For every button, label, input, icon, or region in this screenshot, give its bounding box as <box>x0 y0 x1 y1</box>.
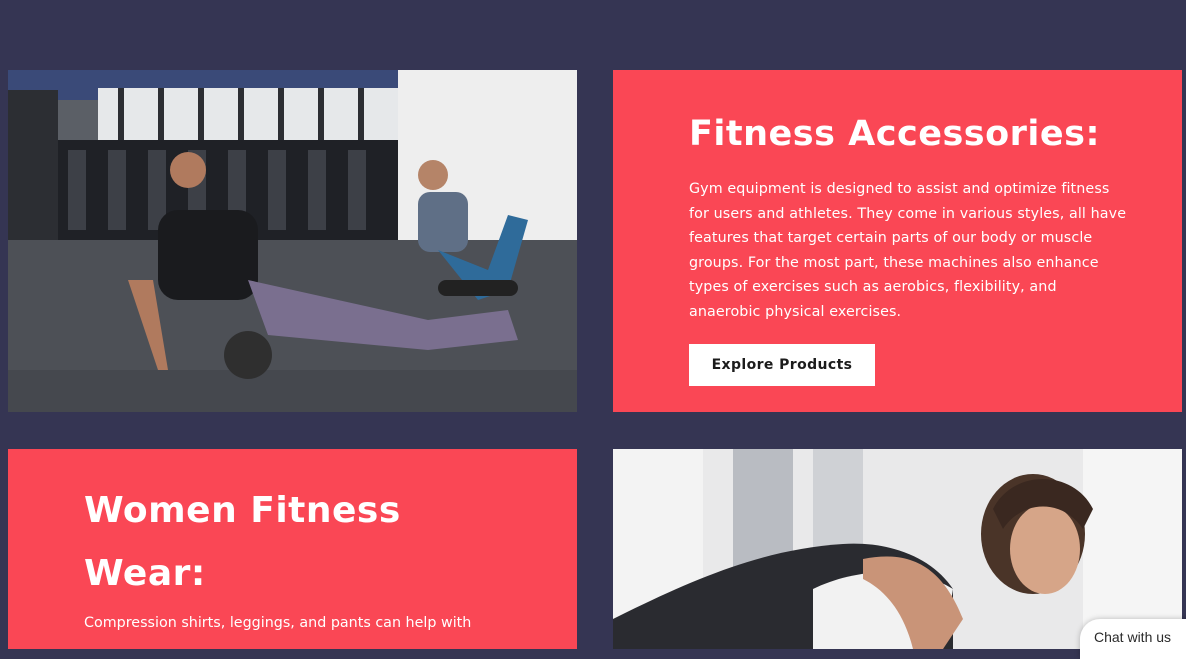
women-fitness-wear-title: Women Fitness Wear: <box>84 490 401 594</box>
chat-label[interactable]: Chat with us <box>1094 629 1171 645</box>
fitness-photo-image <box>8 70 577 412</box>
chat-widget[interactable]: Chat with us <box>1080 619 1186 659</box>
fitness-accessories-description: Gym equipment is designed to assist and … <box>689 181 1127 320</box>
women-fitness-wear-card: Women Fitness Wear: Compression shirts, … <box>8 449 577 649</box>
women-fitness-wear-description: Compression shirts, leggings, and pants … <box>84 615 472 631</box>
fitness-accessories-title: Fitness Accessories: <box>689 114 1100 154</box>
fitness-photo <box>8 70 577 412</box>
explore-products-button[interactable]: Explore Products <box>689 344 875 386</box>
fitness-accessories-card: Fitness Accessories: Gym equipment is de… <box>613 70 1182 412</box>
